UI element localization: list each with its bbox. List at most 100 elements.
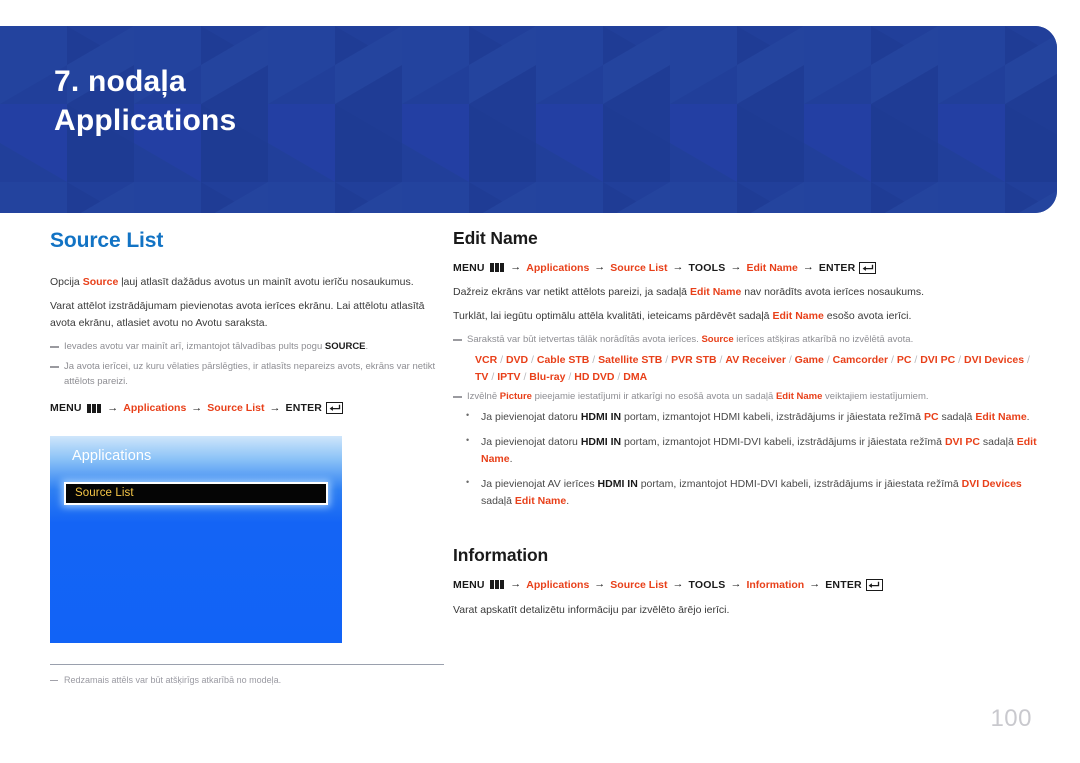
menu-label: MENU: [453, 578, 485, 591]
path-arrow-5: →: [802, 261, 814, 274]
osd-preview-panel: Applications Source List: [50, 435, 342, 643]
device-name: PVR STB: [671, 354, 717, 367]
menu-bars-icon: [489, 579, 506, 591]
path-item-applications[interactable]: Applications: [123, 400, 186, 416]
note-pic-keyword-picture: Picture: [499, 391, 532, 403]
bullet-text-1: Ja pievienojat datoru: [481, 436, 581, 449]
en-p2-pre: Turklāt, lai iegūtu optimālu attēla kval…: [453, 310, 773, 323]
bullet-port-keyword: HDMI IN: [580, 411, 622, 424]
en-p1-pre: Dažreiz ekrāns var netikt attēlots parei…: [453, 286, 690, 299]
manual-page: 7. nodaļa Applications Source List Opcij…: [0, 0, 1080, 763]
note-src-pre: Sarakstā var būt ietvertas tālāk norādīt…: [467, 334, 702, 346]
p1-pre: Opcija: [50, 276, 83, 289]
note1-post: .: [365, 341, 369, 353]
enter-label: ENTER: [818, 261, 856, 274]
bullet-text-1: Ja pievienojat AV ierīces: [481, 478, 598, 491]
section-heading-information: Information: [453, 545, 549, 566]
device-name: DVI PC: [920, 354, 956, 367]
device-name: IPTV: [497, 370, 521, 383]
list-item: Ja pievienojat AV ierīces HDMI IN portam…: [453, 475, 1045, 510]
bullet-text-2: portam, izmantojot HDMI kabeli, izstrādā…: [621, 411, 924, 424]
right-column: Edit Name MENU → Applications → Source L…: [453, 228, 1045, 626]
path-arrow-1: →: [510, 578, 522, 591]
path-arrow-4: →: [730, 578, 742, 591]
source-list-note-2: Ja avota ierīcei, uz kuru vēlaties pārsl…: [50, 359, 444, 389]
osd-panel-title: Applications: [72, 447, 152, 464]
path-arrow-3: →: [672, 261, 684, 274]
device-separator: /: [614, 370, 624, 383]
p1-post: ļauj atlasīt dažādus avotus un mainīt av…: [118, 276, 414, 289]
note-pic-pre: Izvēlnē: [467, 391, 500, 403]
device-separator: /: [520, 370, 530, 383]
menu-bars-icon: [86, 402, 103, 414]
device-name: VCR: [475, 354, 498, 367]
osd-menu-item-label: Source List: [75, 487, 134, 500]
list-item: Ja pievienojat datoru HDMI IN portam, iz…: [453, 433, 1045, 468]
path-item-information[interactable]: Information: [746, 577, 804, 593]
path-item-source-list[interactable]: Source List: [207, 400, 264, 416]
menu-path-source-list: MENU → Applications → Source List → ENTE…: [50, 400, 444, 417]
chapter-number: 7. nodaļa: [54, 65, 186, 98]
device-name: DVI Devices: [963, 354, 1025, 367]
edit-name-note-sources: Sarakstā var būt ietvertas tālāk norādīt…: [453, 332, 1045, 347]
path-item-applications[interactable]: Applications: [526, 577, 589, 593]
bullet-edit-name-keyword: Edit Name: [514, 495, 567, 508]
note-pic-mid: pieejamie iestatījumi ir atkarīgi no eso…: [531, 391, 776, 403]
device-separator: /: [823, 354, 833, 367]
footnote-divider: [50, 663, 444, 665]
menu-bars-icon: [489, 262, 506, 274]
source-list-note-1: Ievades avotu var mainīt arī, izmantojot…: [50, 339, 444, 354]
path-arrow-3: →: [269, 401, 281, 414]
note-pic-post: veiktajiem iestatījumiem.: [822, 391, 929, 403]
banner-text-block: 7. nodaļa Applications: [54, 64, 236, 139]
edit-name-note-picture: Izvēlnē Picture pieejamie iestatījumi ir…: [453, 389, 1045, 404]
path-arrow-5: →: [809, 578, 821, 591]
osd-menu-item-source-list[interactable]: Source List: [64, 481, 328, 505]
edit-name-bullet-list: Ja pievienojat datoru HDMI IN portam, iz…: [453, 408, 1045, 510]
edit-name-paragraph-2: Turklāt, lai iegūtu optimālu attēla kval…: [453, 308, 1045, 325]
device-name: TV: [475, 370, 489, 383]
bullet-edit-name-keyword: Edit Name: [975, 411, 1027, 424]
path-item-applications[interactable]: Applications: [526, 260, 589, 276]
list-item: Ja pievienojat datoru HDMI IN portam, iz…: [453, 408, 1045, 426]
menu-path-information: MENU → Applications → Source List → TOOL…: [453, 576, 1045, 593]
note-src-keyword: Source: [701, 334, 734, 346]
device-name: Game: [794, 354, 824, 367]
device-separator: /: [497, 354, 506, 367]
tools-label[interactable]: TOOLS: [688, 260, 725, 276]
menu-path-edit-name: MENU → Applications → Source List → TOOL…: [453, 259, 1045, 276]
path-arrow-1: →: [107, 401, 119, 414]
path-item-edit-name[interactable]: Edit Name: [746, 260, 797, 276]
path-item-source-list[interactable]: Source List: [610, 260, 667, 276]
path-item-source-list[interactable]: Source List: [610, 577, 667, 593]
enter-label: ENTER: [825, 578, 862, 591]
chapter-title: Applications: [54, 104, 237, 138]
note-src-post: ierīces atšķiras atkarībā no izvēlētā av…: [733, 334, 914, 346]
device-separator: /: [955, 354, 964, 367]
bullet-mode-keyword: DVI Devices: [961, 478, 1022, 491]
path-arrow-3: →: [672, 578, 684, 591]
section-heading-source-list: Source List: [50, 229, 164, 252]
device-separator: /: [662, 354, 672, 367]
en-p2-post: esošo avota ierīci.: [823, 310, 912, 323]
bullet-text-4: .: [509, 453, 513, 466]
bullet-text-4: .: [566, 495, 570, 508]
device-name: Cable STB: [536, 354, 590, 367]
bullet-mode-keyword: DVI PC: [944, 436, 980, 449]
path-arrow-2: →: [191, 401, 203, 414]
device-separator: /: [911, 354, 921, 367]
bullet-text-3: sadaļā: [938, 411, 976, 424]
menu-label: MENU: [453, 261, 485, 274]
edit-name-paragraph-1: Dažreiz ekrāns var netikt attēlots parei…: [453, 284, 1045, 301]
device-separator: /: [488, 370, 498, 383]
bullet-text-4: .: [1026, 411, 1030, 424]
image-disclaimer-footnote: Redzamais attēls var būt atšķirīgs atkar…: [50, 674, 444, 688]
device-name: DMA: [623, 370, 648, 383]
path-arrow-2: →: [594, 578, 606, 591]
device-name: HD DVD: [574, 370, 615, 383]
enter-return-icon: [326, 402, 344, 414]
page-number: 100: [990, 705, 1032, 732]
bullet-text-1: Ja pievienojat datoru: [481, 411, 581, 424]
p1-source-keyword: Source: [82, 276, 119, 289]
tools-label[interactable]: TOOLS: [688, 577, 725, 593]
